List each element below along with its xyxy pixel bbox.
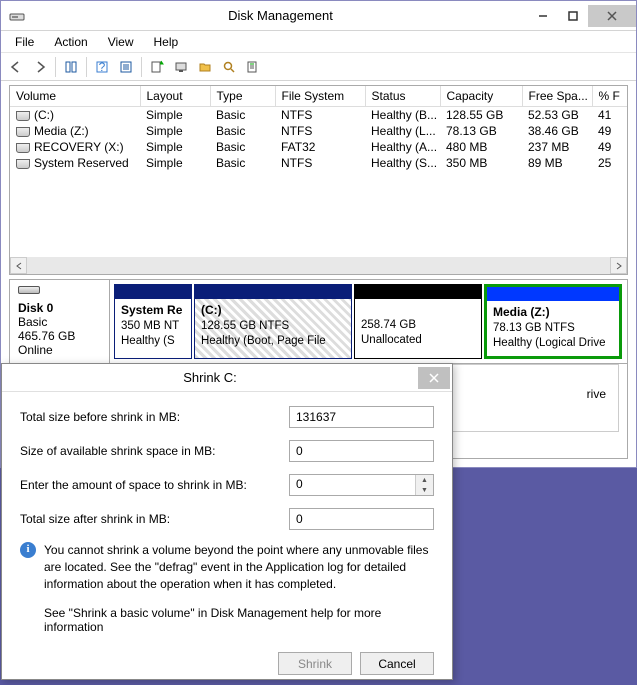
partition-block[interactable]: System Re350 MB NTHealthy (S — [114, 284, 192, 359]
partition-header — [115, 285, 191, 299]
disk-row: Disk 0 Basic 465.76 GB Online System Re3… — [10, 280, 627, 364]
col-type[interactable]: Type — [210, 86, 275, 107]
svg-text:?: ? — [99, 60, 106, 74]
volume-icon — [16, 111, 30, 121]
form-label: Size of available shrink space in MB: — [20, 444, 289, 458]
table-row[interactable]: System ReservedSimpleBasicNTFSHealthy (S… — [10, 155, 627, 171]
shrink-dialog: Shrink C: Total size before shrink in MB… — [1, 363, 453, 680]
table-row[interactable]: RECOVERY (X:)SimpleBasicFAT32Healthy (A.… — [10, 139, 627, 155]
menu-view[interactable]: View — [98, 33, 144, 51]
form-row: Total size before shrink in MB:131637 — [20, 406, 434, 428]
menu-file[interactable]: File — [5, 33, 44, 51]
close-button[interactable] — [588, 5, 636, 27]
readonly-field: 0 — [289, 508, 434, 530]
help-icon[interactable]: ? — [91, 56, 113, 78]
volume-list: Volume Layout Type File System Status Ca… — [9, 85, 628, 275]
col-pct[interactable]: % F — [592, 86, 627, 107]
partition-info: 258.74 GBUnallocated — [355, 299, 481, 358]
refresh-icon[interactable] — [146, 56, 168, 78]
menu-help[interactable]: Help — [144, 33, 189, 51]
partition-header — [195, 285, 351, 299]
cancel-button[interactable]: Cancel — [360, 652, 434, 675]
partition-info: Media (Z:)78.13 GB NTFSHealthy (Logical … — [487, 301, 619, 356]
help-link-text: See "Shrink a basic volume" in Disk Mana… — [44, 606, 434, 634]
toolbar-search-icon[interactable] — [218, 56, 240, 78]
col-capacity[interactable]: Capacity — [440, 86, 522, 107]
disk-size: 465.76 GB — [18, 329, 75, 343]
toolbar-folder-icon[interactable] — [194, 56, 216, 78]
toolbar-properties-icon[interactable] — [242, 56, 264, 78]
toolbar-settings-icon[interactable] — [115, 56, 137, 78]
info-text: You cannot shrink a volume beyond the po… — [44, 542, 434, 592]
disk-type: Basic — [18, 315, 47, 329]
form-label: Total size before shrink in MB: — [20, 410, 289, 424]
form-row: Total size after shrink in MB:0 — [20, 508, 434, 530]
col-volume[interactable]: Volume — [10, 86, 140, 107]
table-row[interactable]: (C:)SimpleBasicNTFSHealthy (B...128.55 G… — [10, 107, 627, 124]
partition-info: System Re350 MB NTHealthy (S — [115, 299, 191, 358]
partition-block[interactable]: Media (Z:)78.13 GB NTFSHealthy (Logical … — [484, 284, 622, 359]
volume-icon — [16, 143, 30, 153]
dialog-titlebar: Shrink C: — [2, 364, 452, 392]
truncated-text: rive — [587, 387, 606, 401]
partition-block[interactable]: (C:)128.55 GB NTFSHealthy (Boot, Page Fi… — [194, 284, 352, 359]
readonly-field: 131637 — [289, 406, 434, 428]
maximize-button[interactable] — [558, 5, 588, 27]
menubar: File Action View Help — [1, 31, 636, 53]
partition-info: (C:)128.55 GB NTFSHealthy (Boot, Page Fi… — [195, 299, 351, 358]
readonly-field: 0 — [289, 440, 434, 462]
info-icon: i — [20, 542, 36, 558]
window-title: Disk Management — [33, 8, 528, 23]
toolbar-computer-icon[interactable] — [170, 56, 192, 78]
table-row[interactable]: Media (Z:)SimpleBasicNTFSHealthy (L...78… — [10, 123, 627, 139]
col-layout[interactable]: Layout — [140, 86, 210, 107]
volume-icon — [16, 159, 30, 169]
horizontal-scrollbar[interactable] — [10, 257, 627, 274]
form-row: Size of available shrink space in MB:0 — [20, 440, 434, 462]
dialog-buttons: Shrink Cancel — [20, 652, 434, 675]
col-filesystem[interactable]: File System — [275, 86, 365, 107]
partition-header — [487, 287, 619, 301]
spinner-down-icon[interactable]: ▼ — [416, 485, 433, 495]
minimize-button[interactable] — [528, 5, 558, 27]
menu-action[interactable]: Action — [44, 33, 97, 51]
form-label: Enter the amount of space to shrink in M… — [20, 478, 289, 492]
forward-button[interactable] — [29, 56, 51, 78]
disk-label[interactable]: Disk 0 Basic 465.76 GB Online — [10, 280, 110, 363]
col-freespace[interactable]: Free Spa... — [522, 86, 592, 107]
disk-status: Online — [18, 343, 53, 357]
info-block: i You cannot shrink a volume beyond the p… — [20, 542, 434, 592]
shrink-amount-input[interactable]: 0▲▼ — [289, 474, 434, 496]
scroll-left-icon[interactable] — [10, 257, 27, 274]
partition-header — [355, 285, 481, 299]
disk-icon — [18, 286, 40, 294]
disk-number: Disk 0 — [18, 301, 53, 315]
form-label: Total size after shrink in MB: — [20, 512, 289, 526]
back-button[interactable] — [5, 56, 27, 78]
toolbar-showhide-icon[interactable] — [60, 56, 82, 78]
toolbar: ? — [1, 53, 636, 81]
shrink-button[interactable]: Shrink — [278, 652, 352, 675]
form-row: Enter the amount of space to shrink in M… — [20, 474, 434, 496]
dialog-title: Shrink C: — [2, 370, 418, 385]
volume-header-row: Volume Layout Type File System Status Ca… — [10, 86, 627, 107]
volume-icon — [16, 127, 30, 137]
partition-block[interactable]: 258.74 GBUnallocated — [354, 284, 482, 359]
titlebar: Disk Management — [1, 1, 636, 31]
spinner-up-icon[interactable]: ▲ — [416, 475, 433, 485]
col-status[interactable]: Status — [365, 86, 440, 107]
dialog-close-button[interactable] — [418, 367, 450, 389]
scroll-right-icon[interactable] — [610, 257, 627, 274]
app-icon — [9, 8, 25, 24]
